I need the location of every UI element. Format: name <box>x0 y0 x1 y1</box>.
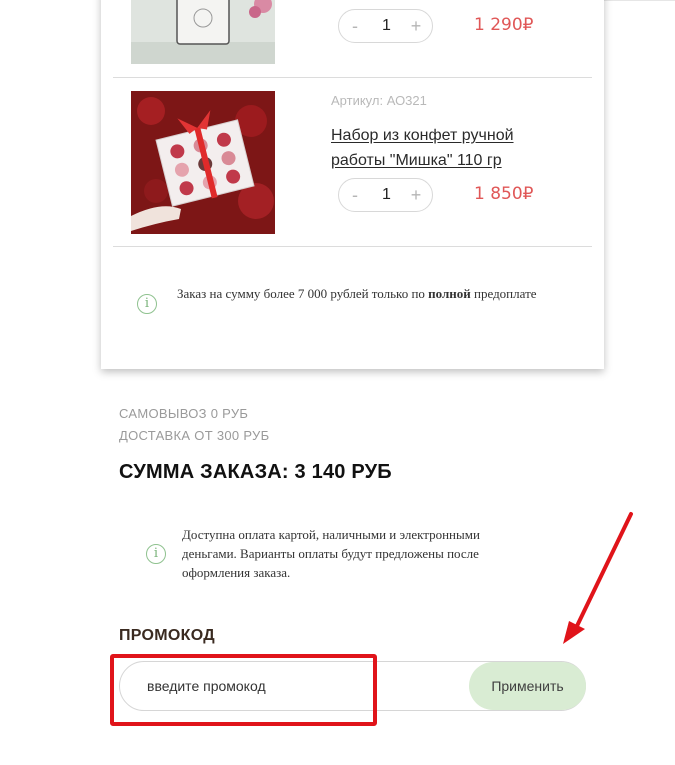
apply-promo-button[interactable]: Применить <box>469 662 586 710</box>
increase-button[interactable]: + <box>408 179 424 211</box>
quantity-stepper[interactable]: - 1 + <box>338 178 433 212</box>
decrease-button[interactable]: - <box>347 179 363 211</box>
item-price: 1 850₽ <box>474 184 534 204</box>
notice-bold-text: полной <box>428 286 471 301</box>
item-divider <box>113 246 592 247</box>
order-total: СУММА ЗАКАЗА: 3 140 РУБ <box>119 461 392 483</box>
product-sku: Артикул: АО321 <box>331 93 427 108</box>
info-icon: i <box>137 294 157 314</box>
info-icon: i <box>146 544 166 564</box>
notice-text: Заказ на сумму более 7 000 рублей только… <box>177 286 429 301</box>
top-border <box>604 0 675 1</box>
promo-title: ПРОМОКОД <box>119 627 215 644</box>
pickup-cost: САМОВЫВОЗ 0 РУБ <box>119 406 249 421</box>
prepayment-notice: Заказ на сумму более 7 000 рублей только… <box>177 284 537 303</box>
notice-text-end: предоплате <box>470 286 537 301</box>
item-divider <box>113 77 592 78</box>
item-price: 1 290₽ <box>474 15 534 35</box>
annotation-highlight-box <box>110 654 377 726</box>
product-name-link[interactable]: Набор из конфет ручной работы "Мишка" 11… <box>331 123 541 173</box>
quantity-value[interactable]: 1 <box>373 10 400 42</box>
increase-button[interactable]: + <box>408 10 424 42</box>
candle-product-image[interactable] <box>131 0 275 64</box>
payment-notice: Доступна оплата картой, наличными и элек… <box>182 527 480 580</box>
candy-box-product-image[interactable] <box>131 91 275 234</box>
cart-card: - 1 + 1 290₽ Артикул: АО321 Набор из кон… <box>101 0 604 369</box>
quantity-stepper[interactable]: - 1 + <box>338 9 433 43</box>
quantity-value[interactable]: 1 <box>373 179 400 211</box>
delivery-cost: ДОСТАВКА ОТ 300 РУБ <box>119 428 270 443</box>
decrease-button[interactable]: - <box>347 10 363 42</box>
